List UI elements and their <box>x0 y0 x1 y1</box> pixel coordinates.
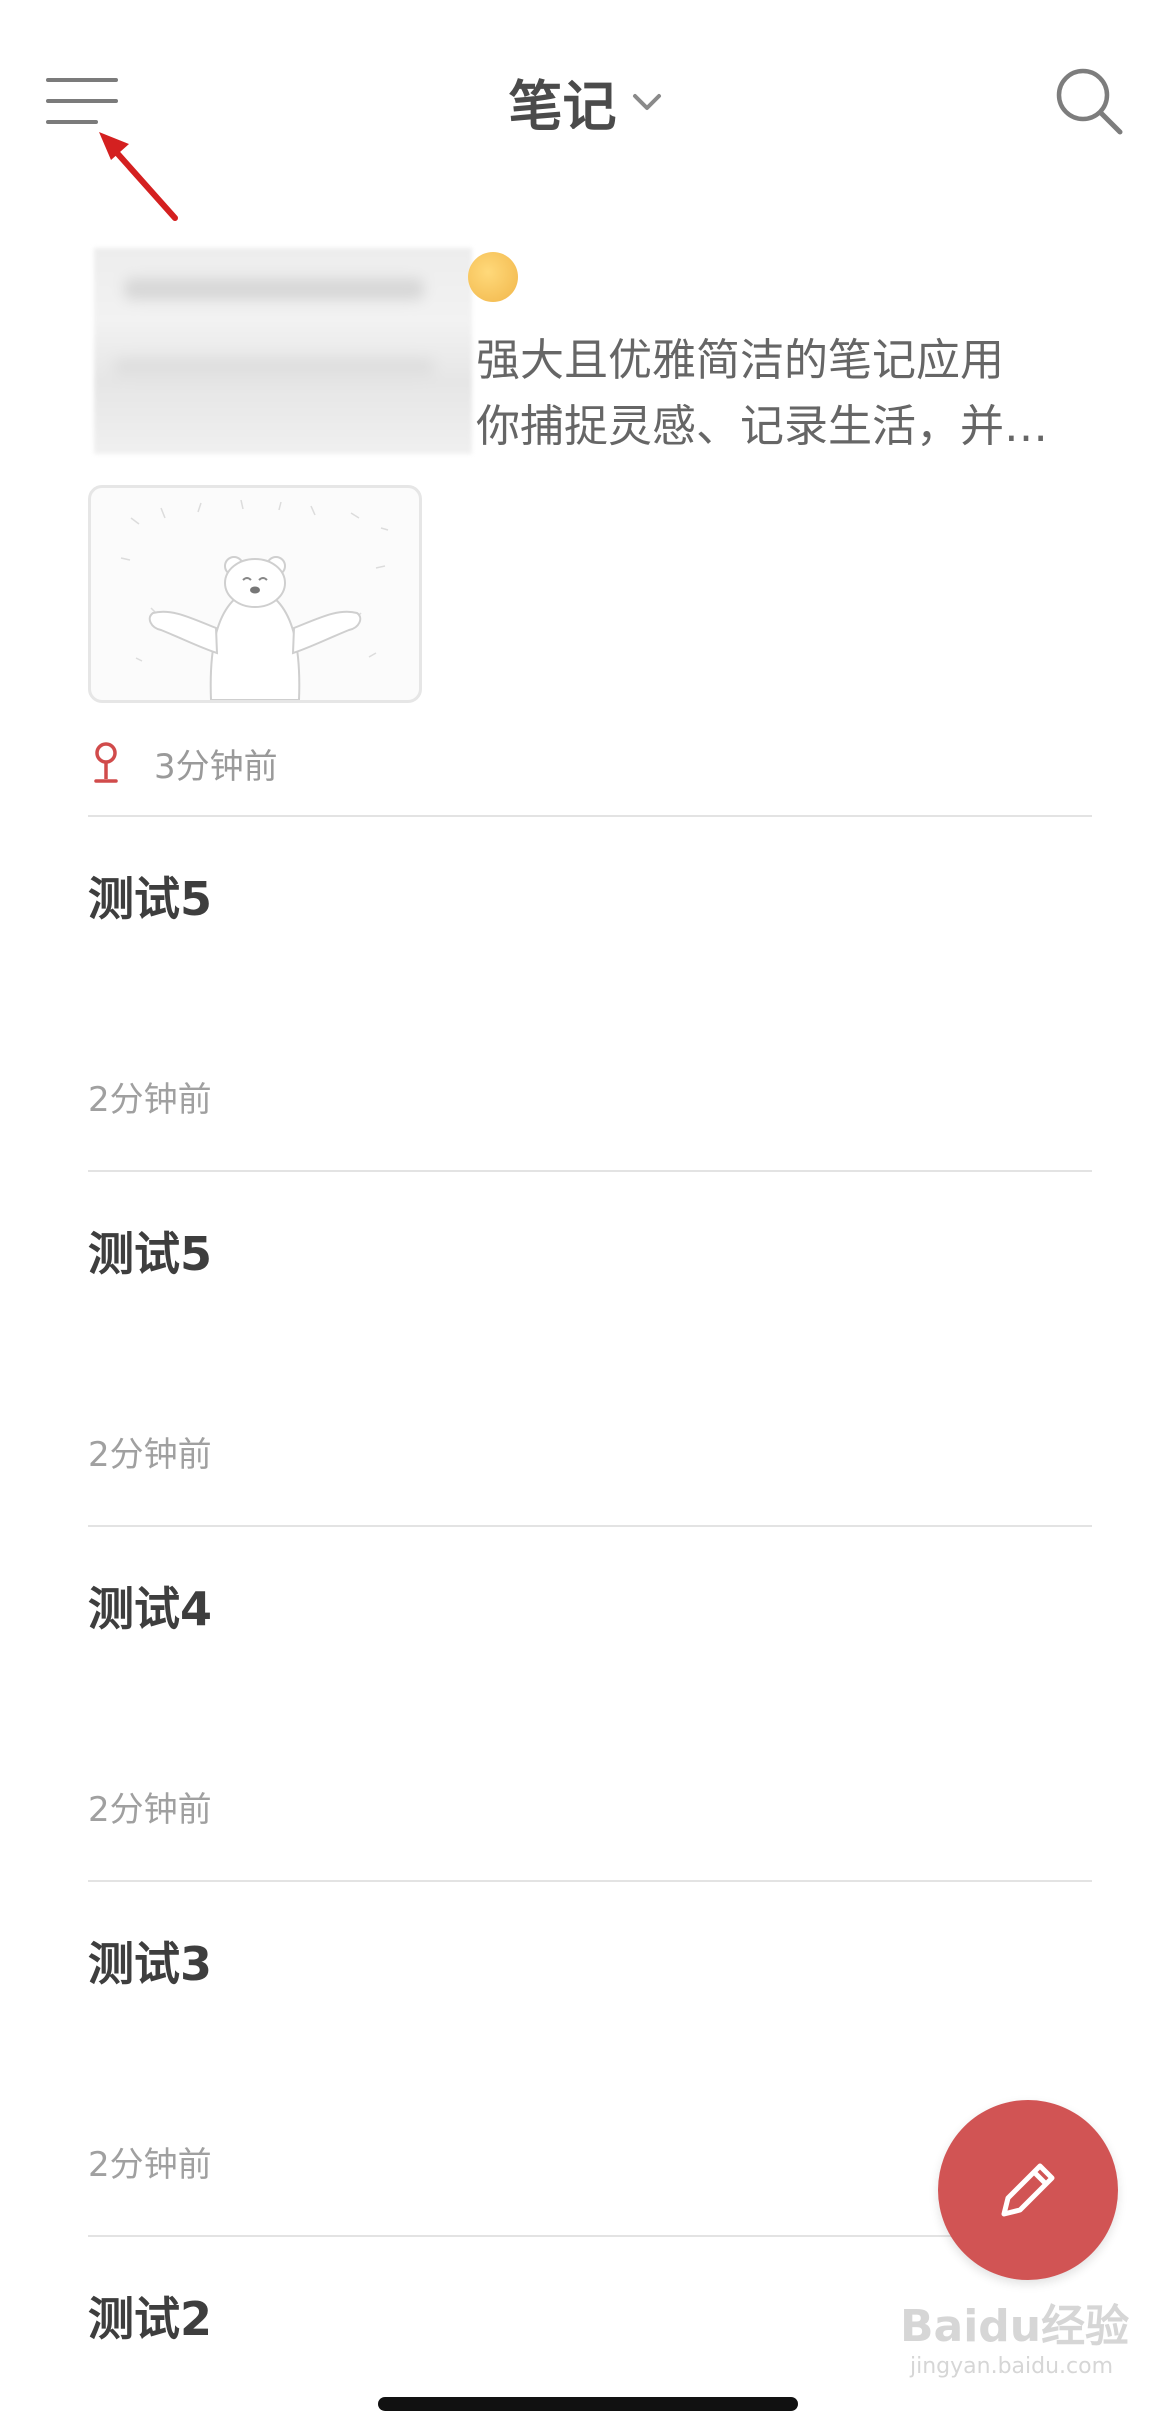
note-time: 3分钟前 <box>154 746 278 787</box>
search-icon[interactable] <box>1052 64 1124 136</box>
chevron-down-icon <box>632 93 661 110</box>
notebook-selector[interactable]: 笔记 <box>0 62 1170 141</box>
note-time: 2分钟前 <box>88 1435 212 1475</box>
note-title: 测试5 <box>88 872 213 926</box>
watermark-sub: jingyan.baidu.com <box>910 2354 1114 2379</box>
note-meta: 3分钟前 <box>88 738 278 788</box>
page-title: 笔记 <box>508 75 617 138</box>
list-item[interactable]: 测试5 2分钟前 <box>88 1172 1092 1527</box>
note-time: 2分钟前 <box>88 2145 212 2185</box>
pencil-icon <box>1001 2163 1055 2217</box>
emoji-icon <box>468 252 518 302</box>
note-snippet-line2: 你捕捉灵感、记录生活，并… <box>476 401 1048 452</box>
red-arrow-annotation <box>99 132 178 221</box>
new-note-button[interactable] <box>938 2100 1118 2280</box>
note-title: 测试3 <box>88 1937 213 1991</box>
pin-icon <box>94 742 118 783</box>
note-title: 测试4 <box>88 1582 213 1636</box>
home-indicator[interactable] <box>378 2397 798 2411</box>
polar-bear-illustration <box>120 499 389 700</box>
note-title: 测试5 <box>88 1227 213 1281</box>
note-time: 2分钟前 <box>88 1080 212 1120</box>
top-bar: 笔记 <box>0 0 1170 221</box>
note-title: 测试2 <box>88 2292 213 2346</box>
featured-note[interactable]: 强大且优雅简洁的笔记应用 你捕捉灵感、记录生活，并… 3分钟前 <box>88 240 1092 815</box>
watermark: Baidu经验 jingyan.baidu.com <box>900 2290 1129 2379</box>
list-item[interactable]: 测试5 2分钟前 <box>88 817 1092 1172</box>
blurred-content <box>94 248 472 454</box>
list-item[interactable]: 测试4 2分钟前 <box>88 1527 1092 1882</box>
watermark-text: Baidu经验 <box>900 2301 1130 2352</box>
note-thumbnail[interactable] <box>88 485 422 703</box>
note-snippet-line1: 强大且优雅简洁的笔记应用 <box>476 335 1004 386</box>
note-time: 2分钟前 <box>88 1790 212 1830</box>
